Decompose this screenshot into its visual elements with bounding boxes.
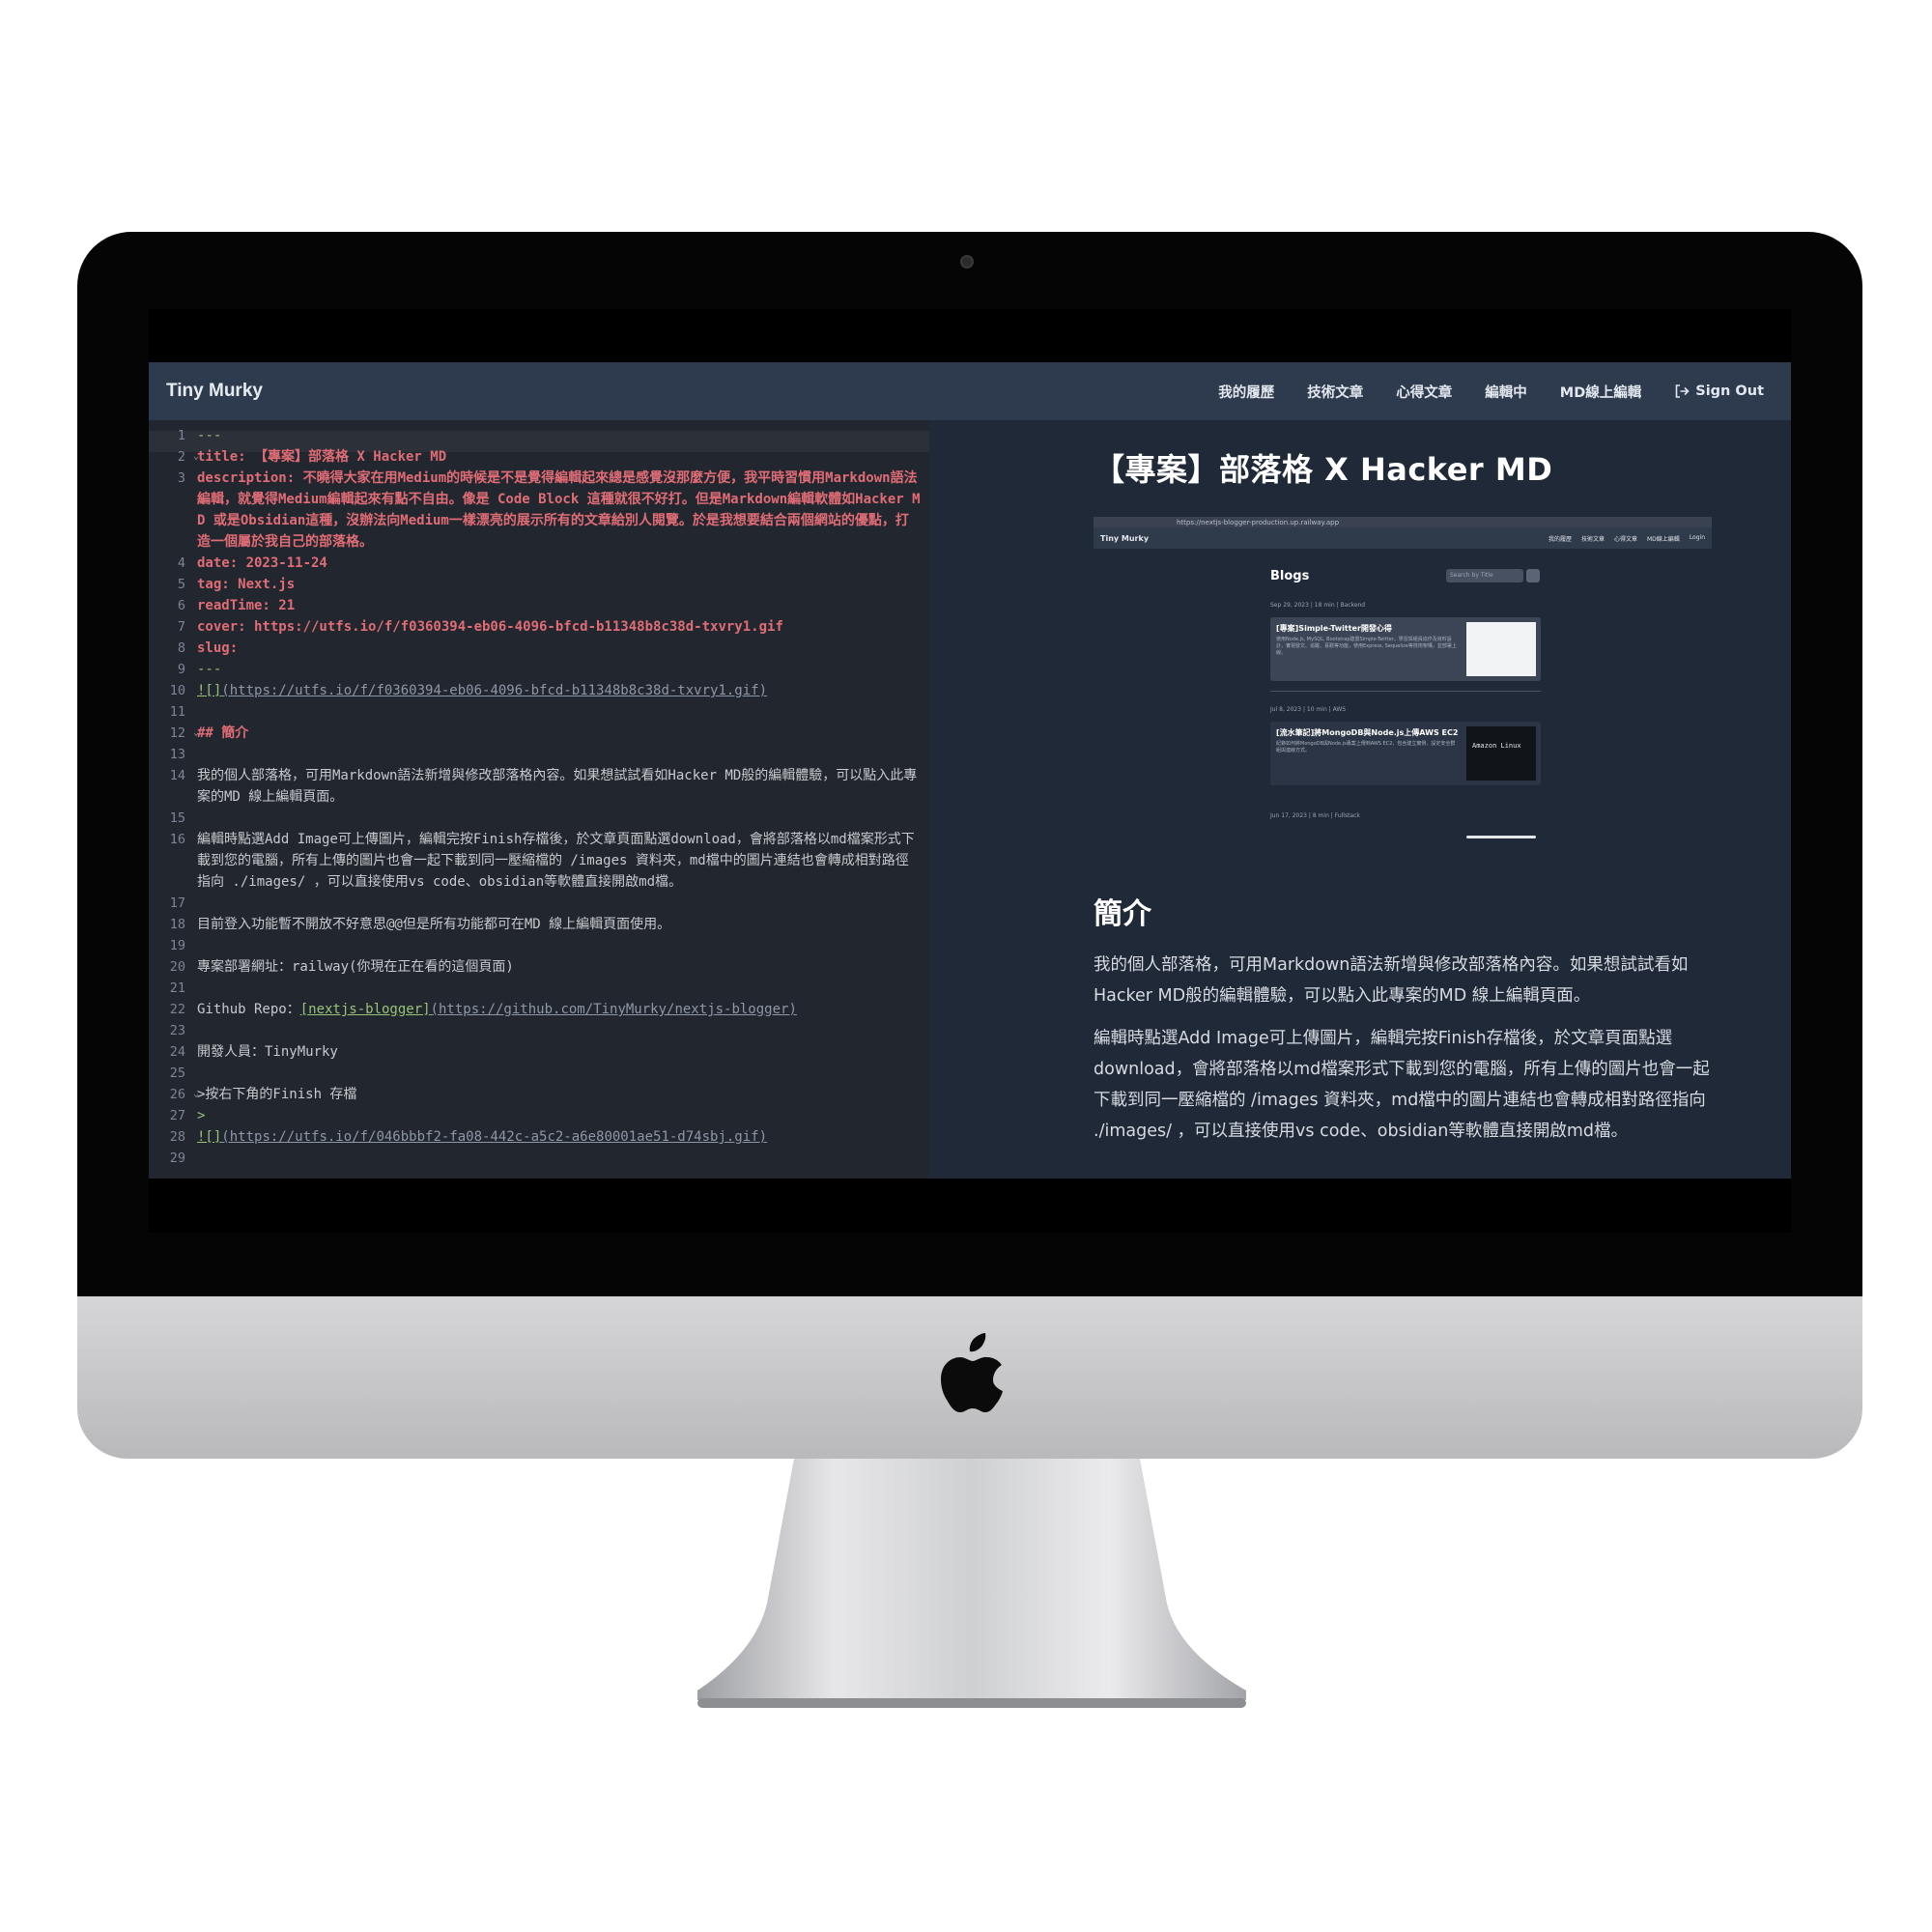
editor-line: 13 xyxy=(169,747,185,762)
markdown-editor[interactable]: 1 --- 2 ⌄ title: 【專案】部落格 X Hacker MD 3 descr… xyxy=(149,420,929,1179)
preview-paragraph: 編輯時點選Add Image可上傳圖片，編輯完按Finish存檔後，於文章頁面點… xyxy=(1094,1029,1710,1141)
cover-url: https://nextjs-blogger-production.up.rai… xyxy=(1177,518,1340,526)
cover-nav-item: 技術文章 xyxy=(1580,535,1605,543)
cover-post-thumbnail xyxy=(1466,622,1536,676)
markdown-preview: 【專案】部落格 X Hacker MD https://nextjs-blogg… xyxy=(929,420,1791,1179)
editor-line: 10 ![](https://utfs.io/f/f0360394-eb06-40… xyxy=(169,683,768,698)
editor-line: 12 ⌄ ## 簡介 xyxy=(149,723,929,744)
editor-line: 22 Github Repo：[nextjs-blogger](https://g… xyxy=(169,1002,797,1017)
sign-out-button[interactable]: Sign Out xyxy=(1674,384,1764,399)
editor-line: 17 xyxy=(169,895,185,911)
nav-resume[interactable]: 我的履歷 xyxy=(1218,382,1274,402)
editor-line: 8 slug: xyxy=(177,640,239,656)
cover-blogs-heading: Blogs xyxy=(1270,569,1310,583)
editor-line: 1 --- xyxy=(177,428,222,443)
cover-brand: Tiny Murky xyxy=(1100,533,1150,543)
editor-line: 24 開發人員：TinyMurky xyxy=(169,1044,338,1060)
editor-line: 25 xyxy=(169,1065,185,1081)
editor-line: 7 cover: https://utfs.io/f/f0360394-eb06-… xyxy=(177,619,783,635)
cover-post-meta: Jun 17, 2023 | 8 min | Fullstack xyxy=(1270,812,1360,819)
editor-line: 21 xyxy=(169,980,185,996)
screen: Tiny Murky 我的履歷 技術文章 心得文章 編輯中 MD線上編輯 Sig… xyxy=(149,309,1791,1233)
cover-search-input: Search by Title xyxy=(1446,569,1523,582)
editor-line: 19 xyxy=(169,938,185,953)
editor-line: 29 xyxy=(169,1151,185,1166)
cover-post-card: [流水筆記]將MongoDB與Node.js上傳AWS EC2 紀錄如何將Mon… xyxy=(1270,722,1541,785)
fold-chevron-icon[interactable]: ⌄ xyxy=(193,1084,199,1105)
top-navbar: Tiny Murky 我的履歷 技術文章 心得文章 編輯中 MD線上編輯 Sig… xyxy=(149,362,1791,420)
fold-chevron-icon[interactable]: ⌄ xyxy=(193,446,199,468)
cover-nav-item: 心得文章 xyxy=(1613,535,1637,543)
editor-line: 11 xyxy=(169,704,185,720)
brand-logo[interactable]: Tiny Murky xyxy=(166,381,263,402)
preview-section-heading: 簡介 xyxy=(1094,897,1151,931)
fold-chevron-icon[interactable]: ⌄ xyxy=(193,723,199,744)
editor-line: 9 --- xyxy=(177,662,222,677)
cover-post-meta: Jul 8, 2023 | 10 min | AWS xyxy=(1270,706,1347,713)
cover-divider xyxy=(1270,691,1541,692)
cover-scroll-indicator xyxy=(1466,836,1536,838)
cover-nav-item: MD線上編輯 xyxy=(1647,535,1680,543)
editor-line: 15 xyxy=(169,810,185,826)
sign-out-label: Sign Out xyxy=(1695,384,1764,399)
editor-line: 28 ![](https://utfs.io/f/046bbbf2-fa08-44… xyxy=(169,1129,768,1145)
cover-post-meta: Sep 29, 2023 | 18 min | Backend xyxy=(1270,602,1366,609)
cover-post-card: [專案]Simple-Twitter開發心得 使用Node.js, MySQL,… xyxy=(1270,617,1541,681)
editor-line: 6 readTime: 21 xyxy=(177,598,296,613)
imac-stand xyxy=(697,1459,1246,1708)
nav-drafts[interactable]: 編輯中 xyxy=(1485,382,1527,402)
cover-navbar: Tiny Murky 我的履歷 技術文章 心得文章 MD線上編輯 Login xyxy=(1094,527,1712,549)
preview-title: 【專案】部落格 X Hacker MD xyxy=(1094,451,1553,488)
nav-md-editor[interactable]: MD線上編輯 xyxy=(1560,382,1641,402)
cover-post-thumbnail: Amazon Linux xyxy=(1466,726,1536,781)
preview-paragraph: 我的個人部落格，可用Markdown語法新增與修改部落格內容。如果想試試看如Ha… xyxy=(1094,955,1689,1006)
editor-line: 5 tag: Next.js xyxy=(177,577,296,592)
editor-line: 27 > xyxy=(169,1108,206,1123)
cover-post-excerpt: 使用Node.js, MySQL, Bootstrap建置Simple-Twit… xyxy=(1276,637,1457,656)
nav-tech-articles[interactable]: 技術文章 xyxy=(1307,382,1363,402)
cover-browser-bar: https://nextjs-blogger-production.up.rai… xyxy=(1094,517,1712,527)
editor-line: 3 description: 不曉得大家在用Medium的時候是不是覺得編輯起來總… xyxy=(177,470,921,550)
sign-out-icon xyxy=(1675,384,1690,398)
editor-line: 14 我的個人部落格，可用Markdown語法新增與修改部落格內容。如果想試試看如… xyxy=(169,768,918,805)
cover-nav-item: 我的履歷 xyxy=(1548,535,1572,543)
apple-logo-icon xyxy=(941,1333,1003,1412)
cover-nav-links: 我的履歷 技術文章 心得文章 MD線上編輯 Login xyxy=(1548,534,1705,543)
editor-line: 4 date: 2023-11-24 xyxy=(177,555,327,571)
editor-line: 16 編輯時點選Add Image可上傳圖片，編輯完按Finish存檔後，於文章頁… xyxy=(169,832,915,890)
editor-line: 20 專案部署網址：railway(你現在正在看的這個頁面) xyxy=(169,959,514,975)
nav-links: 我的履歷 技術文章 心得文章 編輯中 MD線上編輯 Sign Out xyxy=(1218,382,1774,402)
preview-cover-image: https://nextjs-blogger-production.up.rai… xyxy=(1094,517,1712,845)
editor-line: 23 xyxy=(169,1023,185,1038)
cover-post-excerpt: 紀錄如何將MongoDB與Node.js專案上傳到AWS EC2，包含建立實例、… xyxy=(1276,741,1456,753)
editor-line: 26 ⌄ >按右下角的Finish 存檔 xyxy=(149,1084,929,1105)
cover-nav-item: Login xyxy=(1689,533,1705,541)
nav-reflections[interactable]: 心得文章 xyxy=(1396,382,1452,402)
camera-icon xyxy=(960,255,974,269)
cover-search-button xyxy=(1526,569,1540,582)
editor-line: 18 目前登入功能暫不開放不好意思@@但是所有功能都可在MD 線上編輯頁面使用。 xyxy=(169,917,671,932)
editor-line: 2 ⌄ title: 【專案】部落格 X Hacker MD xyxy=(149,446,929,468)
